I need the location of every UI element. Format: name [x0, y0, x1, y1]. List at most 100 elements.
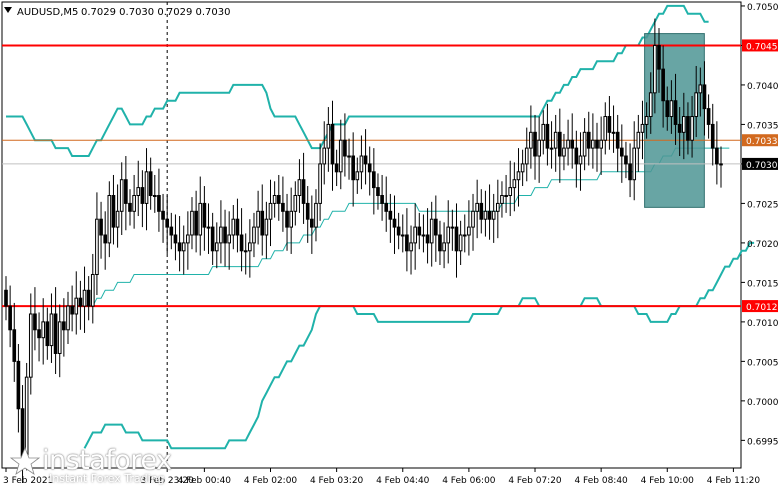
candle-body	[698, 84, 703, 94]
candle-body	[384, 202, 389, 212]
candle-body	[562, 147, 566, 157]
candle-body	[334, 163, 339, 173]
logo-mark-icon	[9, 446, 41, 475]
candle-body	[82, 289, 87, 307]
candle-body	[545, 123, 550, 149]
candle-body	[413, 226, 417, 244]
candle-body	[173, 234, 178, 244]
ohlc-values: 0.7029 0.7030 0.7029 0.7030	[81, 7, 231, 18]
candle-body	[103, 234, 108, 244]
candle-body	[186, 234, 190, 244]
candle-body	[355, 171, 360, 181]
y-tick-label: 0.6995	[747, 437, 779, 447]
candle-body	[574, 147, 579, 165]
y-tick-label: 0.7020	[747, 240, 779, 250]
candle-body	[632, 147, 637, 181]
candle-body	[177, 242, 182, 252]
candle-body	[400, 234, 405, 237]
candle-body	[272, 195, 277, 204]
candle-body	[421, 234, 426, 237]
candle-body	[78, 297, 83, 307]
candle-body	[33, 313, 37, 331]
candle-body	[239, 234, 244, 252]
candle-body	[417, 226, 422, 236]
candle-body	[619, 147, 624, 157]
candle-body	[41, 321, 46, 339]
candle-body	[132, 195, 136, 212]
candle-body	[694, 92, 699, 118]
x-tick-label: 4 Feb 03:20	[310, 476, 364, 486]
x-tick-label: 4 Feb 00:40	[178, 476, 232, 486]
candle-body	[322, 147, 327, 165]
candle-body	[214, 242, 219, 252]
candle-body	[128, 202, 132, 212]
candle-body	[479, 202, 484, 220]
candle-body	[686, 116, 690, 141]
candle-body	[508, 187, 513, 197]
candle-body	[500, 195, 504, 204]
candle-body	[243, 250, 248, 253]
candle-body	[504, 195, 508, 198]
candle-body	[119, 179, 124, 212]
candle-body	[264, 218, 269, 236]
candle-body	[111, 195, 116, 228]
candle-body	[16, 360, 21, 410]
candle-body	[462, 234, 467, 237]
candle-body	[549, 147, 554, 150]
y-tick-label: 0.7040	[747, 82, 779, 92]
candle-body	[524, 147, 529, 165]
candle-body	[624, 155, 628, 165]
candle-body	[86, 289, 91, 307]
candle-body	[595, 139, 599, 149]
last-price-label: 0.7030	[746, 161, 778, 171]
candle-body	[690, 116, 694, 141]
candle-body	[314, 202, 318, 228]
candle-body	[520, 163, 525, 173]
x-tick-label: 4 Feb 10:00	[641, 476, 695, 486]
x-tick-label: 4 Feb 06:00	[442, 476, 496, 486]
candle-body	[615, 131, 620, 149]
candle-body	[161, 210, 165, 220]
candle-body	[124, 179, 128, 204]
candle-body	[458, 234, 463, 252]
x-tick-label: 4 Feb 02:00	[244, 476, 298, 486]
candle-body	[144, 171, 149, 204]
candle-body	[140, 187, 145, 204]
x-tick-label: 4 Feb 08:40	[574, 476, 628, 486]
candle-body	[310, 218, 314, 228]
candle-body	[533, 131, 537, 157]
y-tick-label: 0.7015	[747, 279, 779, 289]
candle-body	[24, 376, 29, 457]
candle-body	[210, 226, 215, 252]
resistance-label: 0.7045	[746, 42, 778, 52]
candle-body	[136, 187, 141, 197]
candle-body	[45, 321, 50, 347]
candle-body	[252, 226, 256, 244]
candle-body	[578, 155, 583, 165]
candle-body	[57, 321, 62, 354]
candle-body	[206, 226, 211, 229]
candle-body	[537, 139, 541, 157]
candle-body	[491, 210, 496, 220]
candle-body	[591, 139, 595, 149]
candle-body	[450, 226, 455, 229]
candle-body	[74, 297, 79, 315]
candle-body	[367, 163, 372, 173]
candle-body	[268, 202, 273, 220]
candle-body	[653, 44, 657, 94]
candle-body	[516, 171, 521, 181]
y-tick-label: 0.7035	[747, 121, 779, 131]
candle-body	[293, 195, 298, 212]
candle-body	[673, 100, 678, 125]
candle-body	[223, 226, 227, 244]
plot-frame	[1, 1, 742, 469]
y-tick-label: 0.7025	[747, 200, 779, 210]
candle-body	[467, 226, 471, 236]
candle-body	[665, 100, 670, 118]
candle-body	[181, 242, 186, 252]
current-level-label: 0.7033	[746, 137, 778, 147]
candle-body	[157, 195, 161, 212]
candle-body	[586, 131, 591, 149]
candle-body	[107, 195, 112, 244]
chart-svg: 0.7050 0.7045 0.7040 0.7035 0.7030 0.7025 0.70…	[1, 1, 779, 486]
